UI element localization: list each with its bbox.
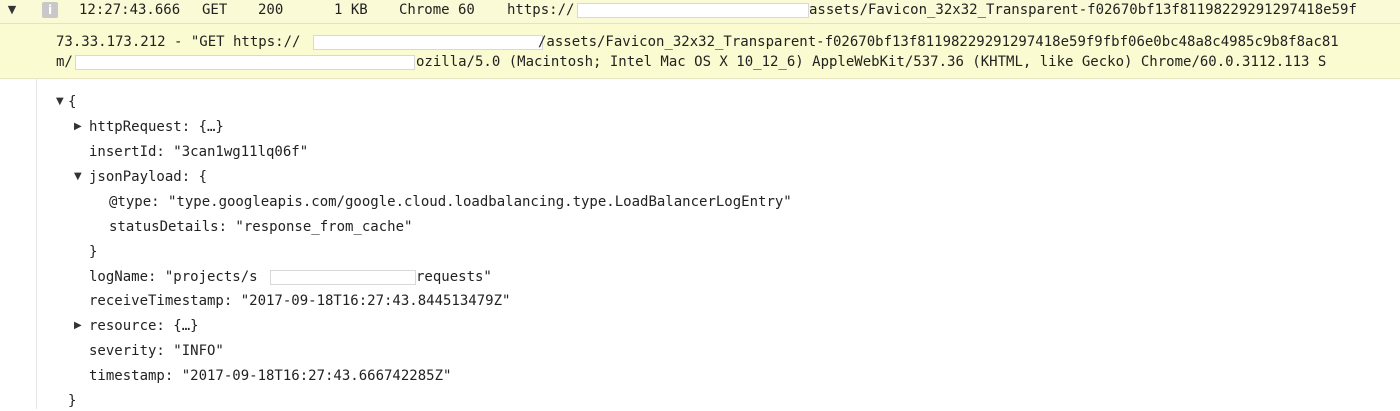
receive-timestamp-field: receiveTimestamp: "2017-09-18T16:27:43.8…	[89, 293, 511, 309]
redacted-summary-host	[313, 35, 543, 50]
info-severity-icon: i	[42, 2, 58, 18]
summary-line-1-prefix: 73.33.173.212 - "GET https://	[56, 34, 301, 50]
root-open-brace: {	[68, 94, 77, 110]
insert-id-field: insertId: "3can1wg11lq06f"	[89, 144, 309, 160]
status-details-field: statusDetails: "response_from_cache"	[109, 219, 413, 235]
entry-url-suffix: assets/Favicon_32x32_Transparent-f02670b…	[809, 2, 1357, 18]
expand-resource-icon[interactable]: ▶	[74, 316, 82, 336]
log-name-field-suffix: requests"	[416, 269, 492, 285]
tree-gutter-line	[36, 78, 37, 409]
type-field: @type: "type.googleapis.com/google.cloud…	[109, 194, 792, 210]
json-payload-close-brace: }	[89, 244, 98, 260]
entry-size: 1 KB	[334, 2, 368, 18]
summary-line-1-suffix: /assets/Favicon_32x32_Transparent-f02670…	[538, 34, 1339, 50]
timestamp-field: timestamp: "2017-09-18T16:27:43.66674228…	[89, 368, 452, 384]
log-name-field-prefix: logName: "projects/s	[89, 269, 258, 285]
entry-status: 200	[258, 2, 284, 18]
entry-user-agent: Chrome 60	[399, 2, 475, 18]
json-payload-field[interactable]: jsonPayload: {	[89, 167, 207, 187]
collapse-json-payload-icon[interactable]: ▼	[74, 167, 82, 187]
summary-line-2-prefix: m/	[56, 54, 73, 70]
entry-time: 12:27:43.666	[79, 2, 181, 18]
entry-method: GET	[202, 2, 228, 18]
redacted-url-host	[577, 3, 809, 18]
log-entry-summary: 73.33.173.212 - "GET https:// /assets/Fa…	[0, 24, 1400, 79]
redacted-log-name	[270, 270, 416, 285]
collapse-entry-icon[interactable]: ▼	[4, 0, 20, 20]
entry-url-prefix: https://	[507, 2, 575, 18]
severity-field: severity: "INFO"	[89, 343, 224, 359]
summary-line-2-suffix: ozilla/5.0 (Macintosh; Intel Mac OS X 10…	[416, 54, 1327, 70]
root-close-brace: }	[68, 393, 77, 409]
expand-http-request-icon[interactable]: ▶	[74, 117, 82, 137]
http-request-field[interactable]: httpRequest: {…}	[89, 117, 224, 137]
redacted-summary-referrer	[75, 55, 415, 70]
log-entry-header[interactable]: ▼ i 12:27:43.666 GET 200 1 KB Chrome 60 …	[0, 0, 1400, 23]
collapse-root-icon[interactable]: ▼	[56, 92, 64, 112]
resource-field[interactable]: resource: {…}	[89, 316, 199, 336]
